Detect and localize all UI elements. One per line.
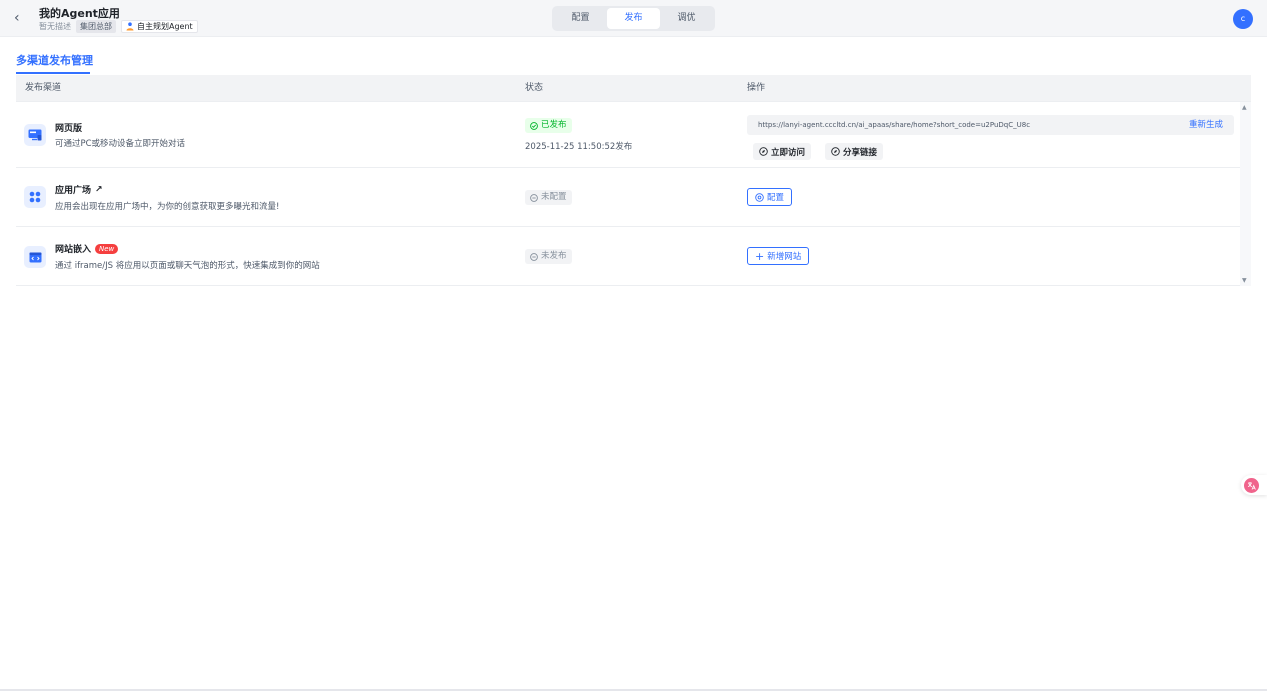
- channel-desc-marketplace: 应用会出现在应用广场中，为你的创意获取更多曝光和流量!: [55, 202, 280, 212]
- channel-name-marketplace-label: 应用广场: [55, 186, 92, 196]
- tab-config[interactable]: 配置: [554, 8, 607, 29]
- status-badge-unconfigured: 未配置: [525, 190, 572, 205]
- minus-circle-icon: [530, 193, 538, 202]
- channel-desc-web: 可通过PC或移动设备立即开始对话: [55, 139, 186, 149]
- tab-multichannel-publish[interactable]: 多渠道发布管理: [16, 52, 93, 68]
- scroll-up-icon[interactable]: ▲: [1242, 104, 1247, 111]
- add-website-label: 新增网站: [767, 252, 802, 262]
- floating-translate-button[interactable]: [1241, 475, 1267, 495]
- back-chevron-icon[interactable]: ‹: [14, 10, 28, 26]
- avatar[interactable]: c: [1233, 9, 1253, 29]
- share-link-button[interactable]: 分享链接: [825, 143, 884, 160]
- channel-name-marketplace[interactable]: 应用广场 ↗: [55, 183, 103, 197]
- minus-circle-icon: [530, 252, 538, 261]
- column-header-channel: 发布渠道: [25, 83, 62, 93]
- scroll-down-icon[interactable]: ▼: [1242, 277, 1247, 284]
- agent-type-label: 自主规划Agent: [137, 22, 193, 31]
- status-badge-unpublished: 未发布: [525, 249, 572, 264]
- published-time: 2025-11-25 11:50:52发布: [525, 142, 633, 152]
- table-row: 网页版 可通过PC或移动设备立即开始对话 已发布 2025-11-25 11:5…: [16, 102, 1240, 168]
- new-badge: New: [95, 243, 119, 254]
- column-header-actions: 操作: [747, 83, 766, 93]
- channel-name-web-label: 网页版: [55, 124, 83, 134]
- status-label: 未发布: [541, 251, 567, 261]
- tab-publish[interactable]: 发布: [607, 8, 660, 29]
- app-title: 我的Agent应用: [39, 7, 120, 20]
- org-tag: 集团总部: [76, 20, 116, 33]
- add-website-button[interactable]: + 新增网站: [747, 247, 810, 265]
- status-label: 未配置: [541, 192, 567, 202]
- configure-button[interactable]: 配置: [747, 188, 793, 206]
- table-scrollbar[interactable]: ▲ ▼: [1240, 102, 1251, 286]
- app-grid-icon: [24, 186, 46, 208]
- share-link-label: 分享链接: [843, 147, 878, 158]
- visit-now-label: 立即访问: [771, 147, 806, 158]
- external-link-icon[interactable]: ↗: [95, 185, 103, 195]
- plus-icon: +: [755, 249, 765, 263]
- regenerate-link[interactable]: 重新生成: [1189, 115, 1223, 135]
- settings-circle-icon: [755, 192, 764, 202]
- check-circle-icon: [530, 121, 538, 130]
- agent-icon: [126, 22, 134, 31]
- table-header: 发布渠道 状态 操作: [16, 75, 1251, 102]
- configure-label: 配置: [767, 193, 785, 203]
- channel-name-embed-label: 网站嵌入: [55, 245, 92, 255]
- channel-name-embed: 网站嵌入 New: [55, 242, 119, 255]
- table-row: 应用广场 ↗ 应用会出现在应用广场中，为你的创意获取更多曝光和流量! 未配置 配…: [16, 168, 1240, 227]
- embed-browser-icon: [24, 246, 46, 268]
- compass-icon: [759, 147, 768, 156]
- status-label: 已发布: [541, 120, 567, 130]
- agent-type-tag: 自主规划Agent: [121, 20, 198, 33]
- translate-icon: [1244, 477, 1259, 493]
- column-header-status: 状态: [525, 83, 544, 93]
- share-url-box: https://lanyi-agent.cccltd.cn/ai_apaas/s…: [747, 115, 1234, 135]
- app-description: 暂无描述: [39, 22, 71, 31]
- app-meta: 暂无描述 集团总部 自主规划Agent: [39, 20, 198, 33]
- active-tab-underline: [16, 72, 90, 74]
- top-bar: ‹ 我的Agent应用 暂无描述 集团总部 自主规划Agent 配置 发布 调优…: [0, 0, 1267, 37]
- visit-now-button[interactable]: 立即访问: [753, 143, 812, 160]
- share-url[interactable]: https://lanyi-agent.cccltd.cn/ai_apaas/s…: [758, 115, 1030, 135]
- table-row: 网站嵌入 New 通过 iframe/JS 将应用以页面或聊天气泡的形式，快速集…: [16, 227, 1240, 286]
- mode-tabs: 配置 发布 调优: [552, 6, 715, 31]
- status-badge-published: 已发布: [525, 118, 572, 133]
- web-monitor-icon: [24, 124, 46, 146]
- channel-desc-embed: 通过 iframe/JS 将应用以页面或聊天气泡的形式，快速集成到你的网站: [55, 261, 320, 271]
- compass-icon: [831, 147, 840, 156]
- channel-name-web: 网页版: [55, 121, 82, 134]
- tab-tune[interactable]: 调优: [660, 8, 713, 29]
